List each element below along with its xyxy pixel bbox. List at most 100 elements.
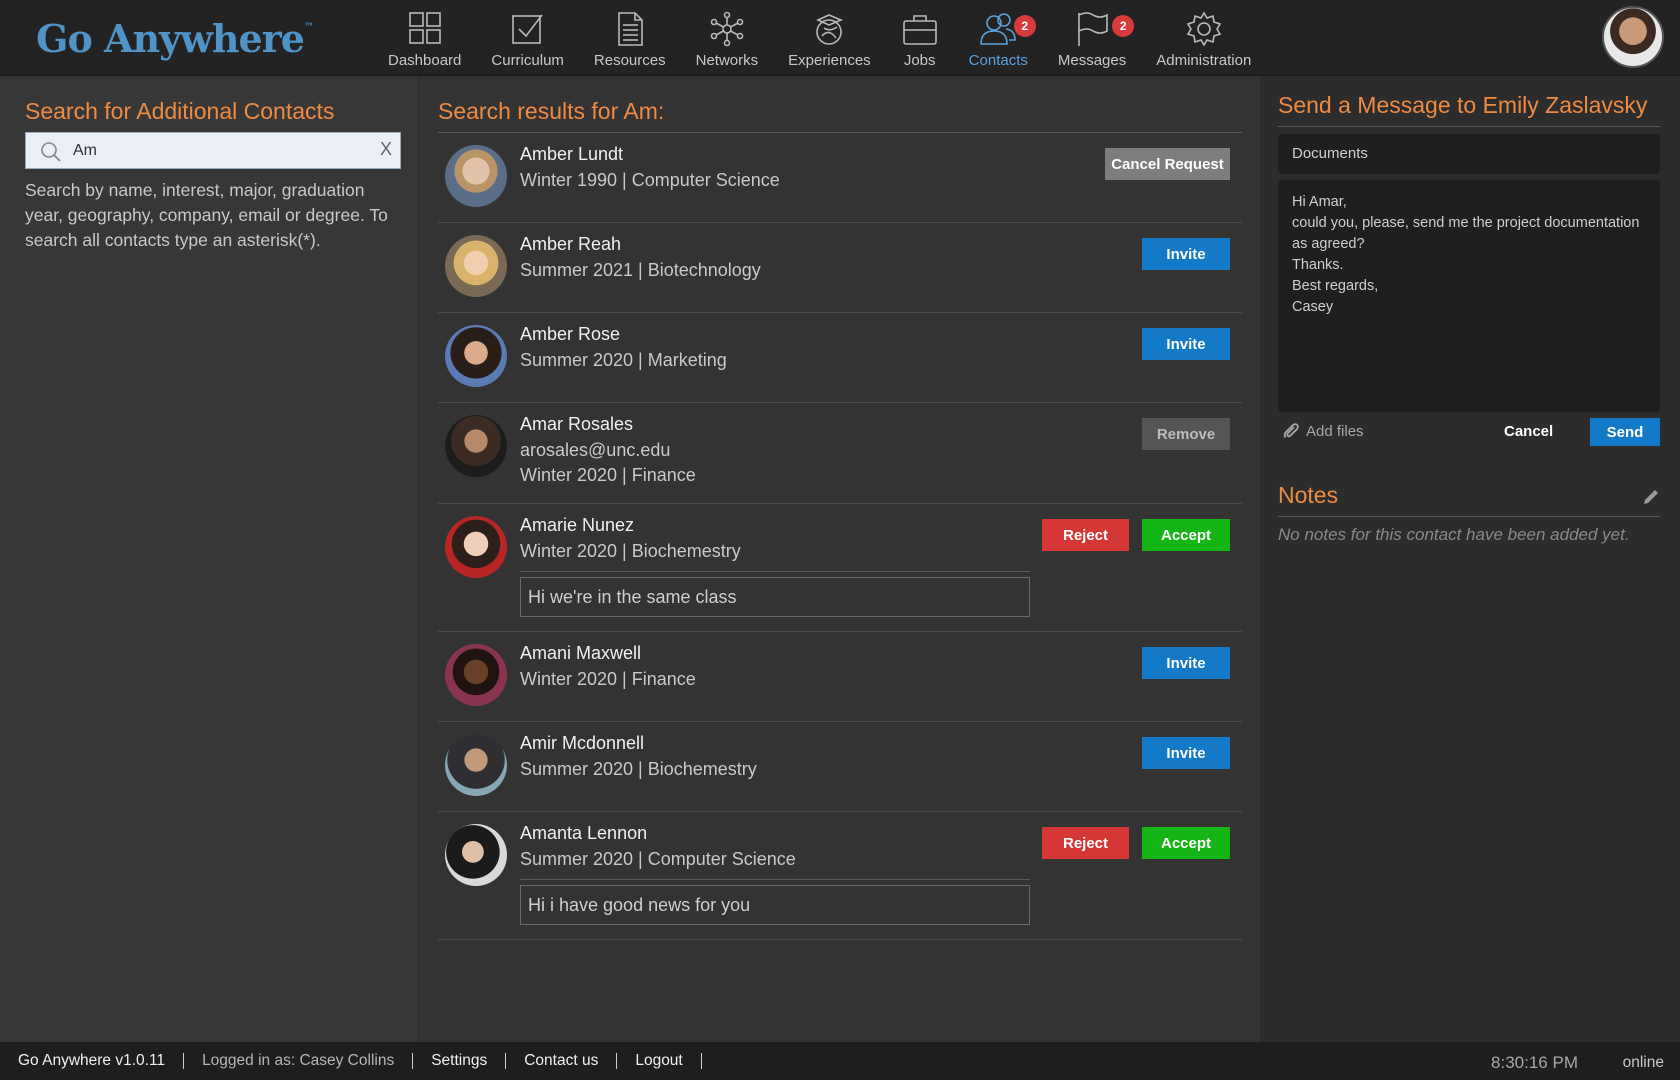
invite-button[interactable]: Invite — [1142, 647, 1230, 679]
document-icon — [617, 12, 643, 46]
graduation-globe-icon — [816, 14, 844, 45]
avatar — [445, 325, 507, 387]
results-list: Amber Lundt Winter 1990 | Computer Scien… — [438, 132, 1242, 940]
gear-icon — [1186, 11, 1221, 47]
nav-curriculum[interactable]: Curriculum — [491, 0, 564, 76]
list-item[interactable]: Amarie Nunez Winter 2020 | Biochemestry … — [438, 504, 1242, 632]
nav-resources[interactable]: Resources — [594, 0, 666, 76]
contact-name: Amar Rosales — [520, 414, 634, 434]
list-item[interactable]: Amber Rose Summer 2020 | Marketing Invit… — [438, 313, 1242, 403]
user-avatar[interactable] — [1602, 6, 1664, 68]
contact-name: Amani Maxwell — [520, 643, 642, 663]
contact-details: Winter 2020 | Finance — [520, 669, 696, 689]
results-panel: Search results for Am: Amber Lundt Winte… — [420, 76, 1259, 1042]
logged-in-user: Logged in as: Casey Collins — [184, 1053, 414, 1069]
nav-label: Curriculum — [491, 52, 564, 69]
nav-label: Resources — [593, 52, 666, 69]
avatar — [445, 516, 507, 578]
contact-details: Summer 2021 | Biotechnology — [520, 260, 761, 280]
list-item[interactable]: Amber Reah Summer 2021 | Biotechnology I… — [438, 223, 1242, 313]
main-nav: Dashboard Curriculum Resources Networks … — [388, 0, 1281, 76]
nav-experiences[interactable]: Experiences — [788, 0, 871, 76]
contact-name: Amir Mcdonnell — [520, 733, 645, 753]
contact-details: Summer 2020 | Marketing — [520, 350, 727, 370]
message-panel-title: Send a Message to Emily Zaslavsky — [1278, 92, 1648, 118]
avatar — [445, 734, 507, 796]
nav-label: Networks — [695, 52, 759, 69]
logout-link[interactable]: Logout — [617, 1053, 702, 1069]
cancel-request-button[interactable]: Cancel Request — [1105, 148, 1230, 180]
nav-contacts[interactable]: Contacts 2 — [968, 0, 1036, 76]
contact-us-link[interactable]: Contact us — [506, 1053, 618, 1069]
contact-email: arosales@unc.edu — [520, 440, 671, 460]
contact-details: Summer 2020 | Biochemestry — [520, 759, 757, 779]
nav-messages[interactable]: Messages 2 — [1057, 0, 1135, 76]
contact-details: Summer 2020 | Computer Science — [520, 849, 796, 869]
list-item[interactable]: Amir Mcdonnell Summer 2020 | Biochemestr… — [438, 722, 1242, 812]
divider — [1278, 516, 1660, 517]
contact-details: Winter 1990 | Computer Science — [520, 170, 780, 190]
search-panel-title: Search for Additional Contacts — [25, 98, 335, 124]
edit-pencil-icon[interactable] — [1642, 488, 1660, 506]
invite-button[interactable]: Invite — [1142, 328, 1230, 360]
accept-button[interactable]: Accept — [1142, 827, 1230, 859]
notes-title: Notes — [1278, 482, 1339, 508]
list-item[interactable]: Amani Maxwell Winter 2020 | Finance Invi… — [438, 632, 1242, 722]
list-item[interactable]: Amanta Lennon Summer 2020 | Computer Sci… — [438, 812, 1242, 940]
nav-label: Messages — [1057, 52, 1127, 69]
app-logo[interactable]: Go Anywhere™ — [36, 16, 314, 61]
app-version: Go Anywhere v1.0.11 — [0, 1053, 185, 1069]
list-item[interactable]: Amar Rosales arosales@unc.edu Winter 202… — [438, 403, 1242, 504]
contact-name: Amber Rose — [520, 324, 621, 344]
accept-button[interactable]: Accept — [1142, 519, 1230, 551]
request-message: Hi we're in the same class — [520, 577, 1030, 617]
checkbox-icon — [511, 14, 543, 44]
briefcase-icon — [902, 15, 937, 45]
clock: 8:30:16 PM — [1491, 1053, 1578, 1072]
flag-icon — [1078, 12, 1108, 46]
search-icon — [41, 142, 61, 162]
message-body-field[interactable]: Hi Amar, could you, please, send me the … — [1278, 180, 1660, 412]
send-button[interactable]: Send — [1590, 418, 1660, 446]
search-input[interactable] — [73, 138, 373, 164]
avatar — [445, 415, 507, 477]
add-files-button[interactable]: Add files — [1282, 422, 1364, 440]
clear-search-button[interactable]: X — [380, 139, 392, 160]
avatar — [445, 824, 507, 886]
contacts-badge: 2 — [1013, 15, 1036, 37]
cancel-button[interactable]: Cancel — [1504, 423, 1553, 440]
invite-button[interactable]: Invite — [1142, 238, 1230, 270]
contact-details: Winter 2020 | Finance — [520, 465, 696, 485]
search-panel: Search for Additional Contacts X Search … — [0, 76, 419, 1042]
request-message: Hi i have good news for you — [520, 885, 1030, 925]
nav-dashboard[interactable]: Dashboard — [388, 0, 461, 76]
nav-label: Experiences — [788, 52, 871, 69]
divider — [520, 571, 1030, 572]
divider — [1278, 126, 1660, 127]
reject-button[interactable]: Reject — [1042, 827, 1129, 859]
reject-button[interactable]: Reject — [1042, 519, 1129, 551]
list-item[interactable]: Amber Lundt Winter 1990 | Computer Scien… — [438, 133, 1242, 223]
avatar — [445, 644, 507, 706]
nav-networks[interactable]: Networks — [695, 0, 759, 76]
contact-name: Amber Lundt — [520, 144, 624, 164]
search-box: X — [25, 132, 401, 169]
settings-link[interactable]: Settings — [413, 1053, 507, 1069]
remove-button[interactable]: Remove — [1142, 418, 1230, 450]
messages-badge: 2 — [1112, 15, 1135, 37]
contact-name: Amber Reah — [520, 234, 622, 254]
nav-administration[interactable]: Administration — [1156, 0, 1251, 76]
nav-jobs[interactable]: Jobs — [901, 0, 939, 76]
nav-label: Dashboard — [388, 52, 462, 69]
divider — [520, 879, 1030, 880]
top-navigation-bar: Go Anywhere™ Dashboard Curriculum Resour… — [0, 0, 1680, 76]
message-panel: Send a Message to Emily Zaslavsky Docume… — [1260, 76, 1680, 1042]
dashboard-icon — [408, 12, 441, 44]
nav-label: Jobs — [903, 52, 936, 69]
network-icon — [710, 11, 744, 47]
subject-field[interactable]: Documents — [1278, 134, 1660, 174]
avatar — [445, 145, 507, 207]
invite-button[interactable]: Invite — [1142, 737, 1230, 769]
contact-name: Amanta Lennon — [520, 823, 648, 843]
nav-label: Contacts — [968, 52, 1028, 69]
